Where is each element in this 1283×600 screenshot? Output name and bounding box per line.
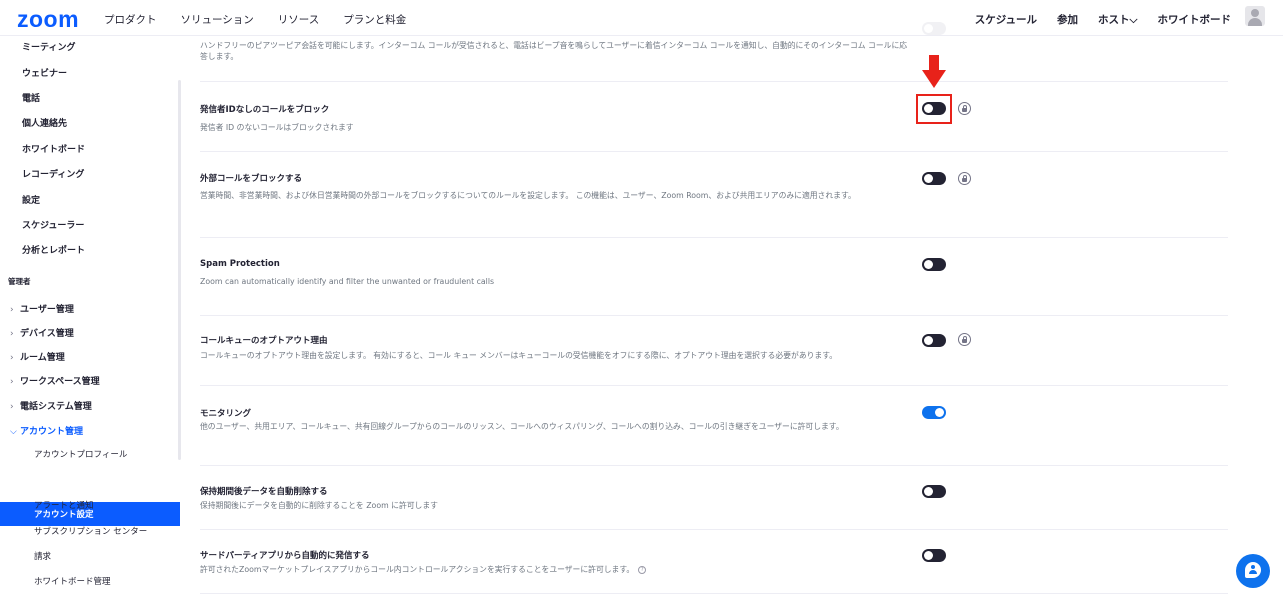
chevron-down-icon: ⌵ [10, 427, 17, 437]
nav-host[interactable]: ホスト⌵ [1098, 12, 1137, 27]
nav-join[interactable]: 参加 [1057, 12, 1078, 27]
setting-title: モニタリング [200, 409, 252, 419]
spam-protection-toggle[interactable] [922, 258, 946, 271]
setting-desc: 他のユーザー、共用エリア、コールキュー、共有回線グループからのコールのリッスン、… [200, 422, 844, 431]
sidebar-item-phone[interactable]: 電話 [22, 91, 40, 104]
nav-whiteboard[interactable]: ホワイトボード [1158, 12, 1232, 27]
setting-monitoring: モニタリング 他のユーザー、共用エリア、コールキュー、共有回線グループからのコー… [200, 386, 1228, 466]
sidebar-item-recordings[interactable]: レコーディング [22, 167, 84, 180]
nav-solutions[interactable]: ソリューション [181, 12, 254, 27]
settings-panel: ハンドフリーのピアツーピア会話を可能にします。インターコム コールが受信されると… [200, 22, 1228, 600]
sidebar-group-room-management[interactable]: › ルーム管理 [10, 350, 65, 363]
lock-icon[interactable] [958, 333, 971, 346]
setting-title: コールキューのオプトアウト理由 [200, 336, 328, 346]
sidebar-sub-subscription[interactable]: サブスクリプション センター [34, 525, 147, 537]
setting-spam-protection: Spam Protection Zoom can automatically i… [200, 238, 1228, 316]
setting-intercom: ハンドフリーのピアツーピア会話を可能にします。インターコム コールが受信されると… [200, 22, 1228, 82]
setting-desc: 保持期間後にデータを自動的に削除することを Zoom に許可します [200, 501, 438, 510]
setting-block-external: 外部コールをブロックする 営業時間、非営業時間、および休日営業時間の外部コールを… [200, 152, 1228, 238]
call-queue-optout-toggle[interactable] [922, 334, 946, 347]
setting-desc: 営業時間、非営業時間、および休日営業時間の外部コールをブロックするについてのルー… [200, 191, 856, 200]
zoom-logo[interactable]: zoom [17, 6, 79, 33]
setting-desc: 許可されたZoomマーケットプレイスアプリからコール内コントロールアクションを実… [200, 564, 912, 575]
sidebar-section-admin: 管理者 [8, 277, 31, 286]
user-avatar-icon[interactable] [1245, 6, 1265, 26]
highlight-box [916, 94, 952, 124]
chevron-right-icon: › [10, 402, 14, 412]
nav-resources[interactable]: リソース [278, 12, 319, 27]
sidebar-item-reports[interactable]: 分析とレポート [22, 243, 85, 256]
sidebar-sub-account-profile[interactable]: アカウントプロフィール [34, 448, 127, 460]
primary-menu: プロダクト ソリューション リソース プランと料金 [104, 12, 430, 27]
chevron-right-icon: › [10, 353, 14, 363]
auto-delete-toggle[interactable] [922, 485, 946, 498]
sidebar-sub-alerts[interactable]: アラートと通知 [34, 499, 94, 511]
intercom-toggle[interactable] [922, 22, 946, 35]
sidebar-scrollbar[interactable] [178, 80, 181, 460]
sidebar-item-meetings[interactable]: ミーティング [22, 40, 75, 53]
nav-pricing[interactable]: プランと料金 [343, 12, 406, 27]
sidebar-group-account-management[interactable]: ⌵ アカウント管理 [10, 424, 83, 437]
sidebar-sub-billing[interactable]: 請求 [34, 550, 51, 562]
setting-call-queue-optout: コールキューのオプトアウト理由 コールキューのオプトアウト理由を設定します。 有… [200, 316, 1228, 386]
setting-desc: Zoom can automatically identify and filt… [200, 277, 495, 286]
setting-title: Spam Protection [200, 259, 280, 269]
lock-icon[interactable] [958, 102, 971, 115]
setting-desc: 発信者 ID のないコールはブロックされます [200, 123, 354, 132]
sidebar-group-user-management[interactable]: › ユーザー管理 [10, 302, 74, 315]
monitoring-toggle[interactable] [922, 406, 946, 419]
lock-icon[interactable] [958, 172, 971, 185]
sidebar-item-contacts[interactable]: 個人連絡先 [22, 116, 67, 129]
sidebar-group-workspace-management[interactable]: › ワークスペース管理 [10, 374, 100, 387]
setting-desc: ハンドフリーのピアツーピア会話を可能にします。インターコム コールが受信されると… [200, 41, 908, 61]
chevron-right-icon: › [10, 329, 14, 339]
setting-block-no-caller-id: 発信者IDなしのコールをブロック 発信者 ID のないコールはブロックされます [200, 82, 1228, 152]
setting-auto-delete: 保持期間後データを自動削除する 保持期間後にデータを自動的に削除することを Zo… [200, 466, 1228, 530]
setting-third-party-dial: サードパーティアプリから自動的に発信する 許可されたZoomマーケットプレイスア… [200, 530, 1228, 594]
chat-support-icon[interactable] [1236, 554, 1270, 588]
chevron-right-icon: › [10, 305, 14, 315]
down-arrow-icon [922, 55, 946, 88]
sidebar-group-device-management[interactable]: › デバイス管理 [10, 326, 74, 339]
nav-schedule[interactable]: スケジュール [975, 12, 1037, 27]
setting-title: 保持期間後データを自動削除する [200, 487, 328, 497]
sidebar-group-phone-system[interactable]: › 電話システム管理 [10, 399, 92, 412]
setting-title: 発信者IDなしのコールをブロック [200, 105, 330, 115]
chevron-right-icon: › [10, 377, 14, 387]
third-party-dial-toggle[interactable] [922, 549, 946, 562]
sidebar-item-whiteboard[interactable]: ホワイトボード [22, 142, 85, 155]
nav-products[interactable]: プロダクト [104, 12, 157, 27]
sidebar: ミーティング ウェビナー 電話 個人連絡先 ホワイトボード レコーディング 設定… [0, 36, 180, 600]
setting-title: サードパーティアプリから自動的に発信する [200, 551, 370, 561]
sidebar-item-webinars[interactable]: ウェビナー [22, 66, 67, 79]
help-icon[interactable]: ? [638, 566, 647, 574]
block-external-toggle[interactable] [922, 172, 946, 185]
secondary-menu: スケジュール 参加 ホスト⌵ ホワイトボード [955, 12, 1231, 27]
setting-title: 外部コールをブロックする [200, 174, 303, 184]
setting-desc: コールキューのオプトアウト理由を設定します。 有効にすると、コール キュー メン… [200, 351, 838, 360]
sidebar-sub-whiteboard-management[interactable]: ホワイトボード管理 [34, 575, 111, 587]
sidebar-item-scheduler[interactable]: スケジューラー [22, 218, 84, 231]
sidebar-item-settings[interactable]: 設定 [22, 193, 40, 206]
